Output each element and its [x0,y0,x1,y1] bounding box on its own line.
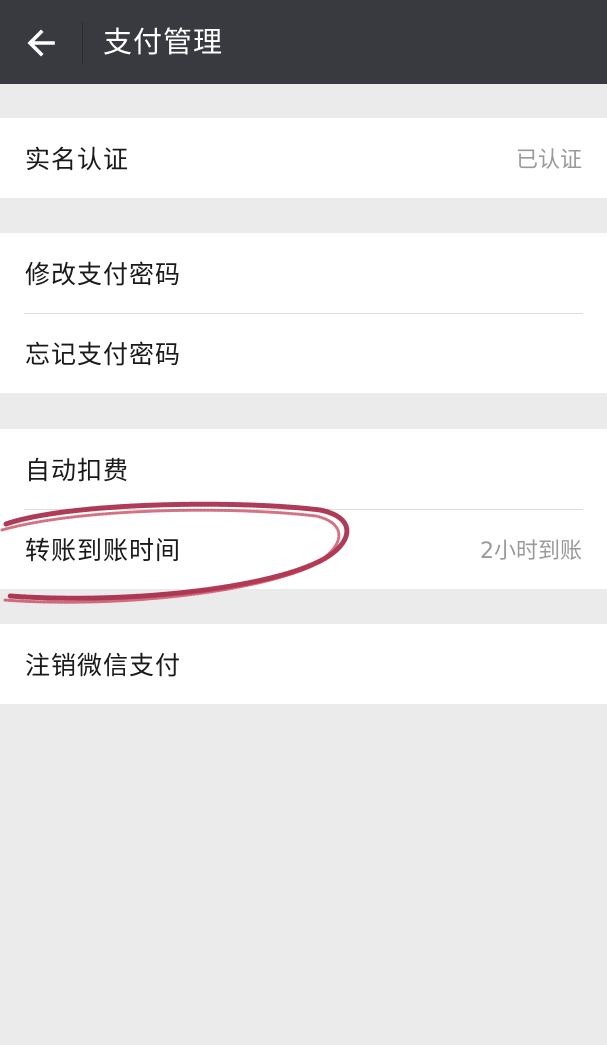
row-label: 忘记支付密码 [25,340,182,369]
row-label: 注销微信支付 [25,651,182,680]
title-bar: 支付管理 [0,0,607,84]
settings-row-auto-deduction[interactable]: 自动扣费 [0,429,607,509]
settings-group-payment: 自动扣费 转账到账时间 2小时到账 [0,429,607,589]
arrow-left-icon [27,29,55,57]
settings-row-real-name[interactable]: 实名认证 已认证 [0,118,607,198]
transfer-time-value: 2小时到账 [480,539,582,564]
settings-row-change-password[interactable]: 修改支付密码 [0,233,607,313]
settings-group-password: 修改支付密码 忘记支付密码 [0,233,607,393]
verification-status: 已认证 [515,148,582,173]
back-button[interactable] [14,18,68,68]
row-label: 修改支付密码 [25,260,182,289]
row-label: 实名认证 [25,145,130,174]
settings-row-forgot-password[interactable]: 忘记支付密码 [0,313,607,393]
row-label: 转账到账时间 [25,536,182,565]
settings-group-deactivate: 注销微信支付 [0,624,607,704]
settings-row-transfer-time[interactable]: 转账到账时间 2小时到账 [0,509,607,589]
page-title: 支付管理 [103,25,224,59]
settings-row-deactivate-wechat-pay[interactable]: 注销微信支付 [0,624,607,704]
row-label: 自动扣费 [25,456,130,485]
settings-group-verification: 实名认证 已认证 [0,118,607,198]
header-divider [82,22,83,64]
